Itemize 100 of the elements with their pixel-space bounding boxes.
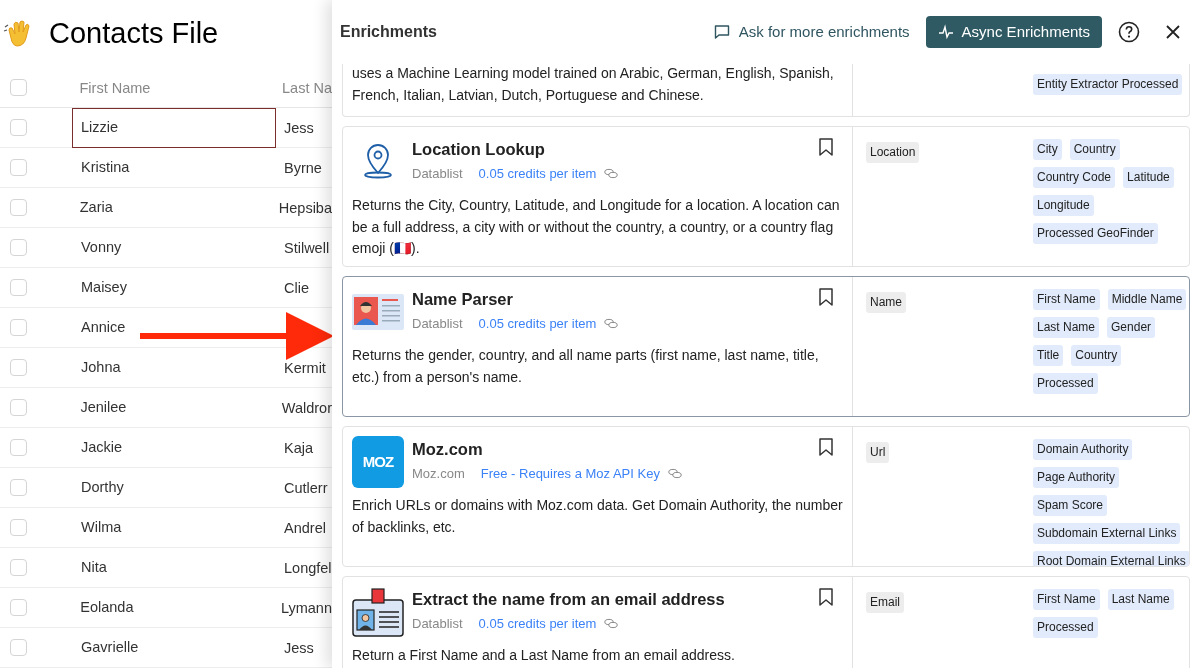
pulse-icon bbox=[937, 24, 954, 40]
table-cell[interactable]: Nita bbox=[72, 547, 276, 588]
row-checkbox[interactable] bbox=[10, 199, 27, 216]
table-cell[interactable]: Jackie bbox=[72, 427, 276, 468]
output-tag: Last Name bbox=[1107, 589, 1174, 610]
table-cell[interactable]: Eolanda bbox=[71, 587, 273, 628]
bookmark-icon[interactable] bbox=[819, 588, 833, 606]
panel-title: Enrichments bbox=[340, 22, 438, 42]
table-cell[interactable]: Vonny bbox=[72, 227, 276, 268]
bookmark-icon[interactable] bbox=[819, 138, 833, 156]
table-cell: Jess bbox=[284, 119, 314, 136]
coins-icon bbox=[604, 318, 619, 330]
output-tag: First Name bbox=[1033, 589, 1100, 610]
row-checkbox[interactable] bbox=[10, 279, 27, 296]
row-checkbox[interactable] bbox=[10, 119, 27, 136]
enrichment-description: Enrich URLs or domains with Moz.com data. Get Domain Authority, the number of backlinks, etc. bbox=[352, 496, 843, 537]
ask-enrichments-link[interactable]: Ask for more enrichments bbox=[713, 20, 910, 44]
help-icon[interactable] bbox=[1118, 21, 1140, 43]
output-tag: Country bbox=[1071, 345, 1122, 366]
output-tag: Page Authority bbox=[1033, 467, 1120, 488]
row-checkbox[interactable] bbox=[10, 439, 27, 456]
row-checkbox[interactable] bbox=[10, 399, 27, 416]
moz-logo: MOZ bbox=[352, 436, 404, 488]
row-checkbox[interactable] bbox=[10, 599, 27, 616]
table-cell: Kermit bbox=[284, 359, 326, 376]
enrichment-title: Name Parser bbox=[412, 289, 513, 310]
enrichment-description: Returns the gender, country, and all name parts (first name, last name, title, etc.) from a person's name. bbox=[352, 346, 820, 387]
row-checkbox[interactable] bbox=[10, 559, 27, 576]
coins-icon bbox=[604, 618, 619, 630]
output-tag: First Name bbox=[1033, 289, 1100, 310]
output-tag: Domain Authority bbox=[1033, 439, 1133, 460]
output-tag: Processed GeoFinder bbox=[1033, 223, 1158, 244]
output-tag: Last Name bbox=[1033, 317, 1100, 338]
row-checkbox[interactable] bbox=[10, 479, 27, 496]
table-cell: Kaja bbox=[284, 439, 314, 456]
row-checkbox[interactable] bbox=[10, 519, 27, 536]
row-checkbox[interactable] bbox=[10, 359, 27, 376]
enrichment-title: Extract the name from an email address bbox=[412, 589, 725, 610]
table-cell[interactable]: Gavrielle bbox=[72, 627, 276, 668]
input-tag: Email bbox=[866, 592, 904, 613]
output-tag: Processed bbox=[1033, 373, 1098, 394]
select-all-checkbox[interactable] bbox=[10, 79, 27, 96]
location-pin-icon bbox=[363, 144, 393, 180]
row-checkbox[interactable] bbox=[10, 159, 27, 176]
table-cell: Byrne bbox=[284, 159, 322, 176]
column-header[interactable]: Last Na bbox=[282, 79, 332, 96]
row-checkbox[interactable] bbox=[10, 239, 27, 256]
enrichment-description: uses a Machine Learning model trained on Arabic, German, English, Spanish, French, Italian, Latvian, Dutch, Portuguese and Chinese. bbox=[352, 64, 835, 105]
table-cell[interactable]: Jenilee bbox=[71, 387, 274, 428]
provider-label: Datablist bbox=[412, 165, 463, 183]
page-title: Contacts File bbox=[49, 16, 219, 52]
price-label: 0.05 credits per item bbox=[478, 615, 597, 633]
table-cell[interactable]: Wilma bbox=[72, 507, 276, 548]
close-icon[interactable] bbox=[1166, 25, 1180, 39]
input-tag: Url bbox=[866, 442, 890, 463]
table-cell[interactable]: Zaria bbox=[70, 187, 271, 228]
output-tag: Country bbox=[1069, 139, 1120, 160]
output-tag: Entity Extractor Processed bbox=[1033, 74, 1183, 95]
enrichment-card[interactable] bbox=[342, 276, 1190, 417]
row-checkbox[interactable] bbox=[10, 319, 27, 336]
output-tag: Gender bbox=[1107, 317, 1156, 338]
enrichment-description: Return a First Name and a Last Name from an email address. bbox=[352, 646, 736, 665]
output-tag: Latitude bbox=[1123, 167, 1174, 188]
table-cell[interactable]: Maisey bbox=[72, 267, 276, 308]
provider-label: Moz.com bbox=[412, 465, 465, 483]
output-tag: Spam Score bbox=[1033, 495, 1108, 516]
bookmark-icon[interactable] bbox=[819, 438, 833, 456]
enrichment-card[interactable]: Extract the name from an email address Datablist 0.05 credits per item Return a First Name and a Last Name from an email address. Email First Name Last Name Processed bbox=[342, 576, 1190, 668]
table-cell: Lymann bbox=[280, 599, 332, 616]
table-cell[interactable]: Lizzie bbox=[72, 107, 276, 148]
table-cell: Longfel bbox=[284, 559, 332, 576]
provider-label: Datablist bbox=[412, 315, 463, 333]
async-enrichments-button[interactable]: Async Enrichments bbox=[925, 16, 1102, 48]
output-tag: Middle Name bbox=[1107, 289, 1187, 310]
input-tag: Name bbox=[866, 292, 906, 313]
output-tag: Subdomain External Links bbox=[1033, 523, 1181, 544]
enrichment-card[interactable]: uses a Machine Learning model trained on Arabic, German, English, Spanish, French, Italian, Latvian, Dutch, Portuguese and Chinese. Entity Extractor Processed bbox=[342, 64, 1190, 117]
table-cell[interactable]: Annice bbox=[72, 307, 276, 348]
table-cell[interactable]: Johna bbox=[72, 347, 276, 388]
enrichment-title: Location Lookup bbox=[412, 139, 545, 160]
table-cell: Waldror bbox=[281, 399, 332, 416]
name-card-icon bbox=[352, 294, 404, 330]
price-label: 0.05 credits per item bbox=[478, 165, 597, 183]
row-checkbox[interactable] bbox=[10, 639, 27, 656]
output-tag: Longitude bbox=[1033, 195, 1094, 216]
chat-icon bbox=[713, 24, 730, 40]
price-label: 0.05 credits per item bbox=[478, 315, 597, 333]
id-badge-icon bbox=[352, 588, 404, 638]
provider-label: Datablist bbox=[412, 615, 463, 633]
coins-icon bbox=[667, 468, 682, 480]
table-cell[interactable]: Dorthy bbox=[72, 467, 276, 508]
table-cell: Hepsiba bbox=[278, 199, 332, 216]
output-tag: Title bbox=[1033, 345, 1064, 366]
table-cell: Stilwell bbox=[284, 239, 330, 256]
output-tag: City bbox=[1033, 139, 1062, 160]
bookmark-icon[interactable] bbox=[819, 288, 833, 306]
table-cell: Cutlerr bbox=[284, 479, 328, 496]
output-tag: Root Domain External Links bbox=[1033, 551, 1189, 566]
table-cell[interactable]: Kristina bbox=[72, 147, 276, 188]
column-header[interactable]: First Name bbox=[79, 79, 151, 96]
